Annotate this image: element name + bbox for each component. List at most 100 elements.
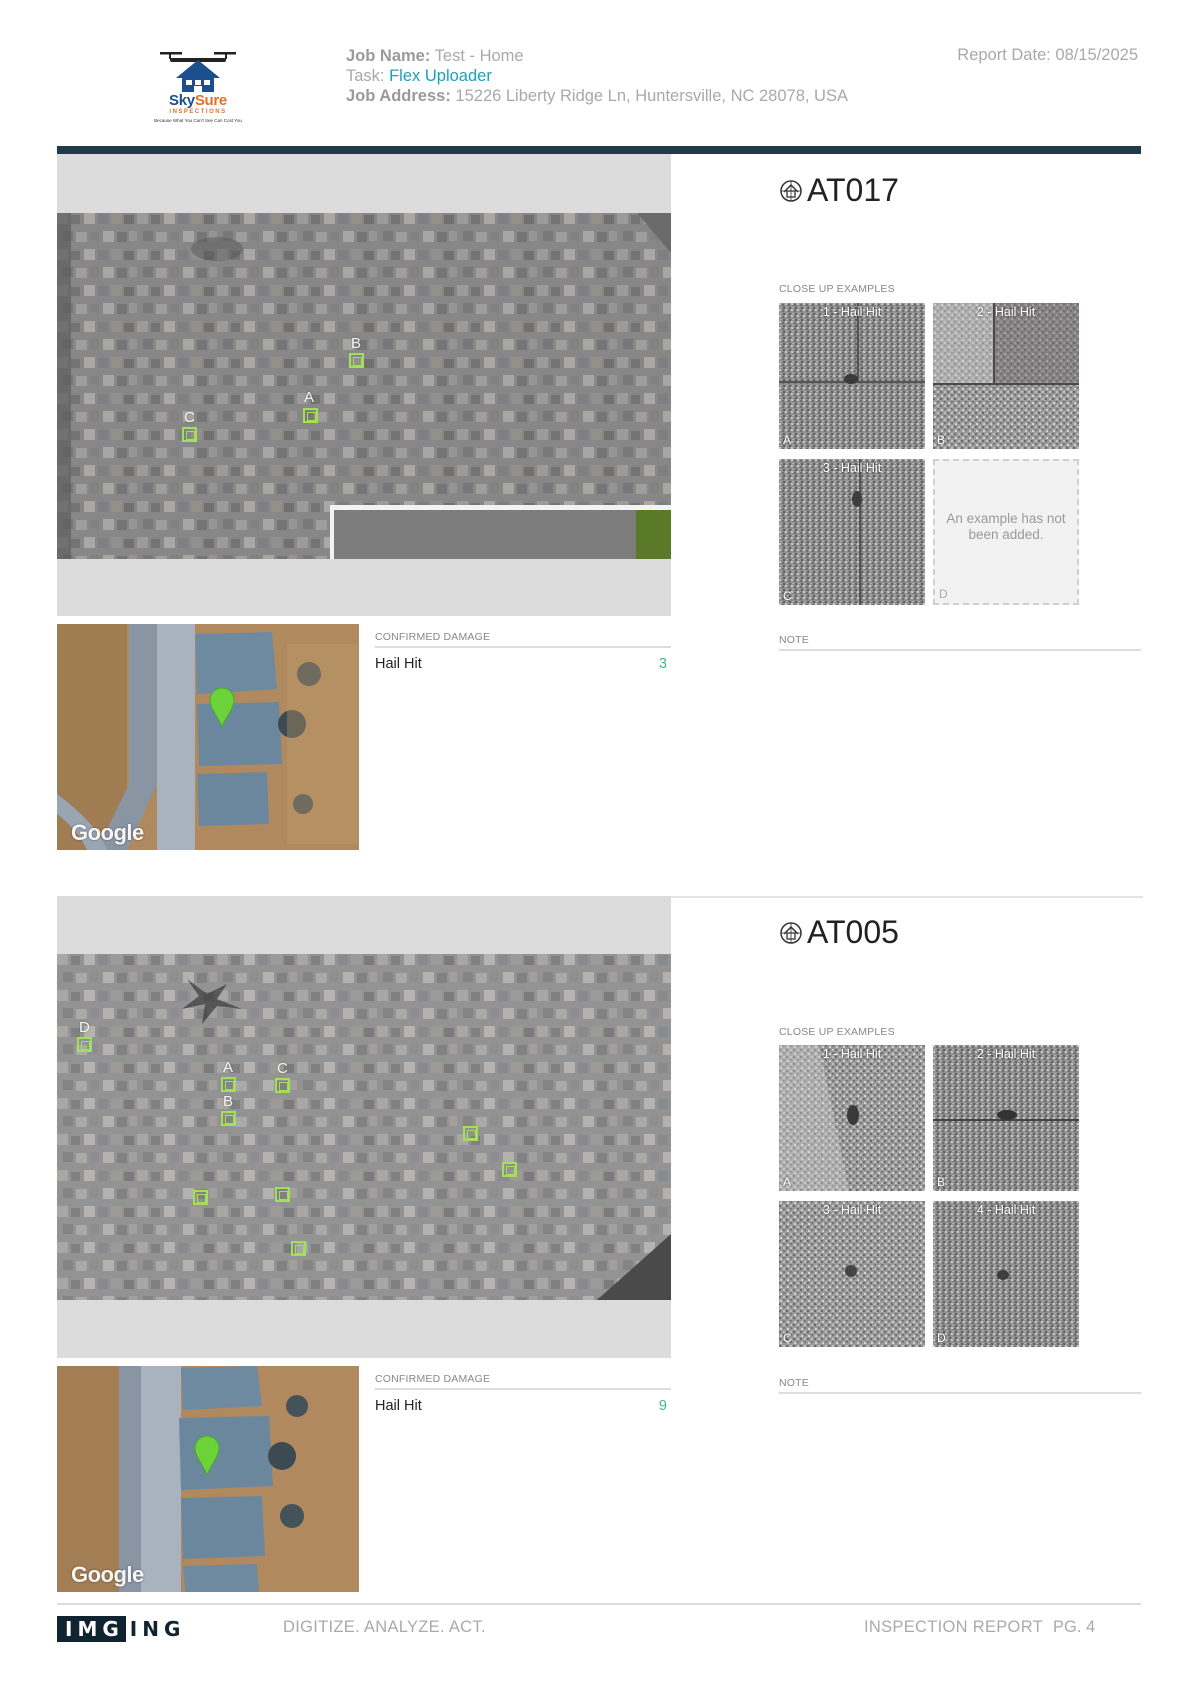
roof-photo[interactable]: D A C B [57, 896, 671, 1358]
marker-label-b: B [351, 335, 362, 352]
satellite-map-image [57, 1366, 359, 1592]
damage-row: Hail Hit 3 [375, 656, 671, 672]
logo-tagline: Because What You Can't See Can Cost You [154, 118, 242, 123]
task-value: Flex Uploader [384, 67, 492, 85]
closeup-letter: B [937, 433, 946, 447]
closeups-heading: CLOSE UP EXAMPLES [779, 283, 895, 295]
job-name-label: Job Name: [346, 47, 431, 65]
location-map[interactable]: Google [57, 624, 359, 850]
damage-marker-a[interactable] [221, 1077, 236, 1092]
closeup-tile-a[interactable]: 1 - Hail Hit A [779, 303, 925, 449]
tag-title: AT017 [779, 172, 899, 209]
closeup-tile-empty[interactable]: An example has not been added. D [933, 459, 1079, 605]
damage-marker[interactable] [193, 1190, 208, 1205]
closeup-image [933, 1045, 1079, 1191]
job-address-line: Job Address: 15226 Liberty Ridge Ln, Hun… [346, 86, 848, 106]
logo-brand: SkySure [169, 92, 227, 109]
closeups-heading: CLOSE UP EXAMPLES [779, 1026, 895, 1038]
damage-type: Hail Hit [375, 656, 422, 672]
marker-label-b: B [223, 1093, 234, 1110]
inspection-section-at005: D A C B Google CONFIRMED DAMAGE Hail Hit… [57, 896, 1141, 1596]
damage-marker[interactable] [291, 1241, 306, 1256]
closeup-letter: A [783, 1175, 792, 1189]
closeup-letter: C [783, 589, 792, 603]
google-watermark: Google [71, 820, 144, 845]
damage-type: Hail Hit [375, 1398, 422, 1414]
damage-marker-b[interactable] [349, 353, 364, 368]
closeup-title: 3 - Hail Hit [822, 1203, 882, 1217]
closeup-tile-d[interactable]: 4 - Hail Hit D [933, 1201, 1079, 1347]
damage-marker-c[interactable] [275, 1078, 290, 1093]
company-logo: SkySure INSPECTIONS Because What You Can… [150, 46, 246, 132]
logo-img-part: IMG [57, 1616, 126, 1642]
roof-target-icon [780, 179, 802, 202]
task-line: Task: Flex Uploader [346, 66, 848, 86]
roof-image [57, 954, 671, 1300]
job-name-value: Test - Home [430, 47, 524, 65]
footer-divider [57, 1603, 1141, 1605]
job-address-label: Job Address: [346, 87, 451, 105]
closeup-letter: C [783, 1331, 792, 1345]
closeup-tile-c[interactable]: 3 - Hail Hit C [779, 1201, 925, 1347]
roof-image [57, 213, 671, 559]
damage-marker-d[interactable] [77, 1037, 92, 1052]
closeup-letter: D [939, 587, 948, 601]
closeup-tile-c[interactable]: 3 - Hail Hit C [779, 459, 925, 605]
closeup-image [779, 1201, 925, 1347]
closeup-letter: A [783, 433, 792, 447]
job-name-line: Job Name: Test - Home [346, 46, 848, 66]
closeup-letter: D [937, 1331, 946, 1345]
drone-house-icon [160, 52, 236, 92]
closeup-tile-b[interactable]: 2 - Hail Hit B [933, 303, 1079, 449]
marker-label-d: D [79, 1019, 90, 1036]
note-heading: NOTE [779, 1377, 1141, 1394]
task-label: Task: [346, 67, 385, 85]
roof-photo[interactable]: A B C [57, 154, 671, 616]
location-map[interactable]: Google [57, 1366, 359, 1592]
footer-tagline: DIGITIZE. ANALYZE. ACT. [283, 1618, 486, 1636]
damage-marker[interactable] [275, 1187, 290, 1202]
tag-title: AT005 [779, 914, 899, 951]
closeup-title: 3 - Hail Hit [822, 461, 882, 475]
marker-label-a: A [304, 389, 315, 406]
logo-subtitle: INSPECTIONS [169, 109, 227, 115]
damage-marker[interactable] [463, 1126, 478, 1141]
damage-row: Hail Hit 9 [375, 1398, 671, 1414]
satellite-map-image [57, 624, 359, 850]
damage-count: 3 [658, 656, 667, 672]
confirmed-damage-panel: CONFIRMED DAMAGE Hail Hit 3 [375, 631, 671, 672]
closeup-title: 2 - Hail Hit [976, 305, 1036, 319]
tag-id: AT017 [807, 172, 899, 208]
confirmed-damage-heading: CONFIRMED DAMAGE [375, 631, 671, 648]
closeup-image [933, 303, 1079, 449]
damage-marker-c[interactable] [182, 427, 197, 442]
report-date: Report Date: 08/15/2025 [957, 46, 1138, 64]
closeup-title: 4 - Hail Hit [976, 1203, 1036, 1217]
job-address-value: 15226 Liberty Ridge Ln, Huntersville, NC… [450, 87, 848, 105]
note-heading: NOTE [779, 634, 1141, 651]
roof-target-icon [780, 921, 802, 944]
damage-marker-b[interactable] [221, 1111, 236, 1126]
closeup-image [779, 459, 925, 605]
closeup-title: 1 - Hail Hit [822, 305, 882, 319]
damage-marker-a[interactable] [303, 408, 318, 423]
confirmed-damage-panel: CONFIRMED DAMAGE Hail Hit 9 [375, 1373, 671, 1414]
tag-id: AT005 [807, 914, 899, 950]
closeup-image [779, 1045, 925, 1191]
header-divider [57, 146, 1141, 154]
closeup-tile-a[interactable]: 1 - Hail Hit A [779, 1045, 925, 1191]
closeup-image [933, 1201, 1079, 1347]
empty-closeup-message: An example has not been added. [946, 511, 1066, 542]
closeup-image [779, 303, 925, 449]
inspection-section-at017: A B C Google CONFIRMED DAMAGE Hail Hit 3… [57, 154, 1141, 854]
closeup-letter: B [937, 1175, 946, 1189]
damage-marker[interactable] [502, 1162, 517, 1177]
marker-label-c: C [277, 1060, 288, 1077]
footer-report-label: INSPECTION REPORT [864, 1618, 1043, 1636]
damage-count: 9 [658, 1398, 667, 1414]
closeup-title: 1 - Hail Hit [822, 1047, 882, 1061]
closeup-tile-b[interactable]: 2 - Hail Hit B [933, 1045, 1079, 1191]
closeup-title: 2 - Hail Hit [976, 1047, 1036, 1061]
google-watermark: Google [71, 1562, 144, 1587]
marker-label-a: A [223, 1059, 234, 1076]
